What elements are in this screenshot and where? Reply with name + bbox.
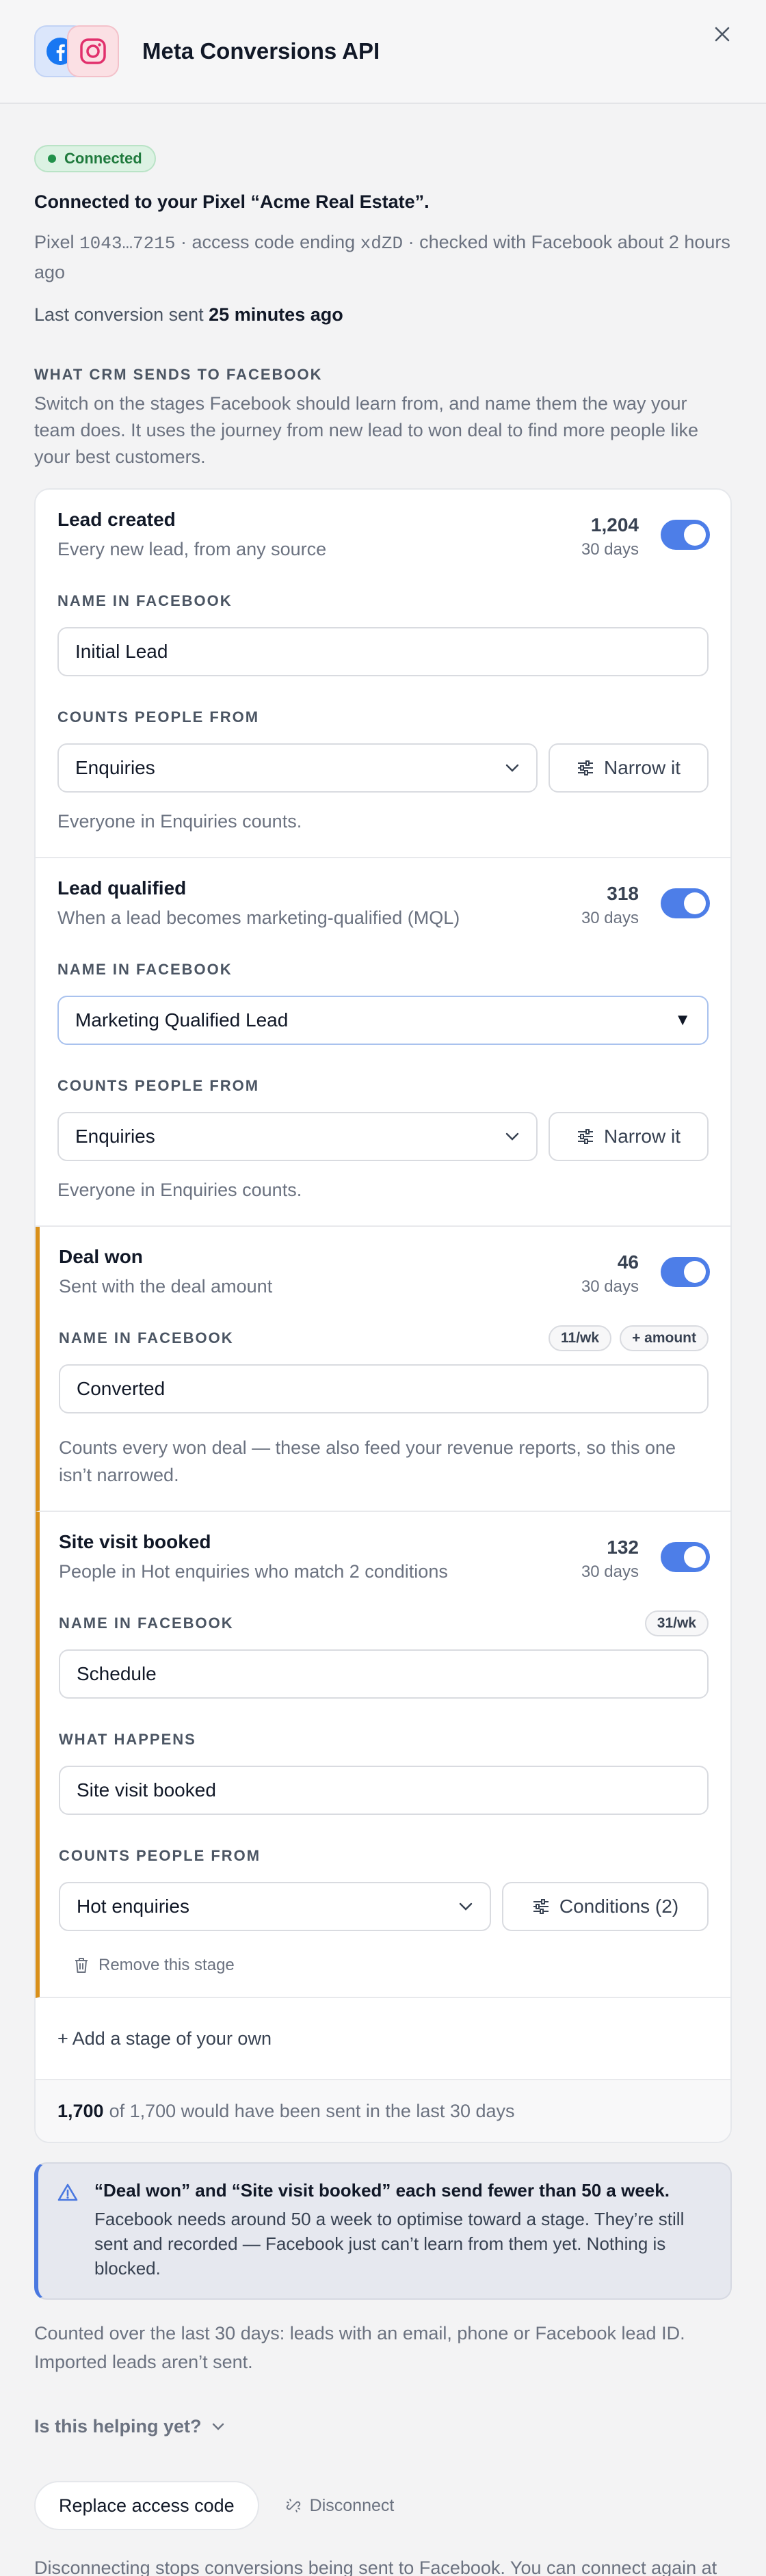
unlink-icon [286, 2499, 300, 2512]
counting-footnote: Counted over the last 30 days: leads wit… [34, 2323, 685, 2372]
stage-period: 30 days [581, 909, 639, 927]
stage-stats: 1,204 30 days [581, 514, 639, 559]
remove-stage-button[interactable]: Remove this stage [59, 1956, 709, 1975]
stage-note: Counts every won deal — these also feed … [59, 1437, 676, 1485]
field-label: NAME IN FACEBOOK [59, 1329, 234, 1346]
dropdown-triangle-icon: ▼ [674, 1011, 691, 1029]
replace-access-code-button[interactable]: Replace access code [34, 2481, 259, 2530]
add-stage-button[interactable]: + Add a stage of your own [36, 1998, 730, 2080]
weekly-rate-chip: 11/wk [549, 1325, 612, 1351]
stage-stats: 132 30 days [581, 1537, 639, 1582]
stage-toggle[interactable] [661, 520, 710, 550]
field-label: NAME IN FACEBOOK [57, 961, 233, 978]
stage-count: 132 [607, 1537, 639, 1558]
stage-count: 1,204 [590, 514, 639, 535]
field-label: COUNTS PEOPLE FROM [59, 1847, 261, 1864]
narrow-it-button[interactable]: Narrow it [549, 743, 709, 793]
source-dropdown[interactable]: Hot enquiries [59, 1882, 491, 1931]
facebook-name-select[interactable]: Marketing Qualified Lead ▼ [57, 996, 709, 1045]
panel-title: Meta Conversions API [142, 38, 380, 64]
narrow-it-button[interactable]: Narrow it [549, 1112, 709, 1161]
close-button[interactable] [707, 19, 737, 49]
stage-toggle[interactable] [661, 888, 710, 918]
field-label: NAME IN FACEBOOK [59, 1615, 234, 1632]
stage-count: 46 [617, 1251, 639, 1273]
what-happens-input[interactable]: Site visit booked [59, 1766, 709, 1815]
sliders-icon [577, 760, 593, 775]
stage-lead-created: Lead created Every new lead, from any so… [36, 490, 730, 858]
warning-body: Facebook needs around 50 a week to optim… [94, 2209, 685, 2279]
pixel-id: 1043…7215 [79, 233, 176, 254]
status-badge: Connected [34, 145, 156, 172]
helping-toggle[interactable]: Is this helping yet? [34, 2416, 732, 2437]
chevron-down-icon [505, 764, 519, 772]
facebook-name-input[interactable]: Initial Lead [57, 627, 709, 676]
panel-header: Meta Conversions API [0, 0, 766, 104]
connection-title: Connected to your Pixel “Acme Real Estat… [34, 191, 430, 212]
weekly-rate-chip: 31/wk [644, 1610, 709, 1636]
section-label: WHAT CRM SENDS TO FACEBOOK [34, 366, 323, 383]
field-label: NAME IN FACEBOOK [57, 592, 233, 609]
stage-site-visit-booked: Site visit booked People in Hot enquirie… [36, 1512, 730, 1998]
disconnect-button[interactable]: Disconnect [285, 2496, 394, 2516]
stage-toggle[interactable] [661, 1257, 710, 1287]
status-badge-label: Connected [64, 150, 142, 167]
conditions-button[interactable]: Conditions (2) [502, 1882, 709, 1931]
warning-triangle-icon [57, 2183, 78, 2201]
stage-note: Everyone in Enquiries counts. [57, 811, 302, 832]
section-description: Switch on the stages Facebook should lea… [34, 393, 699, 467]
field-label: WHAT HAPPENS [59, 1731, 196, 1748]
stage-stats: 318 30 days [581, 883, 639, 928]
stage-toggle[interactable] [661, 1542, 710, 1572]
pixel-details: Pixel 1043…7215 · access code ending xdZ… [34, 232, 730, 282]
stage-period: 30 days [581, 1563, 639, 1581]
facebook-name-input[interactable]: Schedule [59, 1649, 709, 1699]
stage-period: 30 days [581, 540, 639, 559]
stage-deal-won: Deal won Sent with the deal amount 46 30… [36, 1227, 730, 1512]
sliders-icon [577, 1129, 593, 1144]
close-icon [715, 27, 730, 42]
chevron-down-icon [505, 1132, 519, 1141]
connection-actions: Replace access code Disconnect [34, 2481, 732, 2530]
panel-content: Connected Connected to your Pixel “Acme … [0, 104, 766, 2576]
warning-title: “Deal won” and “Site visit booked” each … [94, 2180, 670, 2201]
trash-icon [75, 1958, 88, 1973]
stage-period: 30 days [581, 1277, 639, 1296]
source-dropdown[interactable]: Enquiries [57, 743, 538, 793]
conversions-api-panel: Meta Conversions API Connected Connected… [0, 0, 766, 2576]
instagram-logo-icon [67, 25, 119, 77]
access-code: xdZD [360, 233, 404, 254]
source-dropdown[interactable]: Enquiries [57, 1112, 538, 1161]
field-label: COUNTS PEOPLE FROM [57, 1077, 260, 1094]
stage-stats: 46 30 days [581, 1251, 639, 1297]
status-dot-icon [48, 155, 56, 163]
facebook-name-input[interactable]: Converted [59, 1364, 709, 1413]
stage-count: 318 [607, 883, 639, 904]
last-conversion: Last conversion sent 25 minutes ago [34, 304, 343, 325]
chevron-down-icon [459, 1902, 473, 1911]
stage-lead-qualified: Lead qualified When a lead becomes marke… [36, 858, 730, 1227]
disconnect-note: Disconnecting stops conversions being se… [34, 2558, 717, 2576]
low-volume-warning: “Deal won” and “Site visit booked” each … [34, 2162, 732, 2300]
stages-card: Lead created Every new lead, from any so… [34, 488, 732, 2143]
stage-note: Everyone in Enquiries counts. [57, 1180, 302, 1200]
chevron-down-icon [212, 2423, 224, 2430]
sliders-icon [533, 1899, 549, 1914]
sent-summary: 1,700 of 1,700 would have been sent in th… [36, 2080, 730, 2142]
app-logos [34, 25, 119, 77]
amount-chip: + amount [620, 1325, 709, 1351]
field-label: COUNTS PEOPLE FROM [57, 708, 260, 726]
